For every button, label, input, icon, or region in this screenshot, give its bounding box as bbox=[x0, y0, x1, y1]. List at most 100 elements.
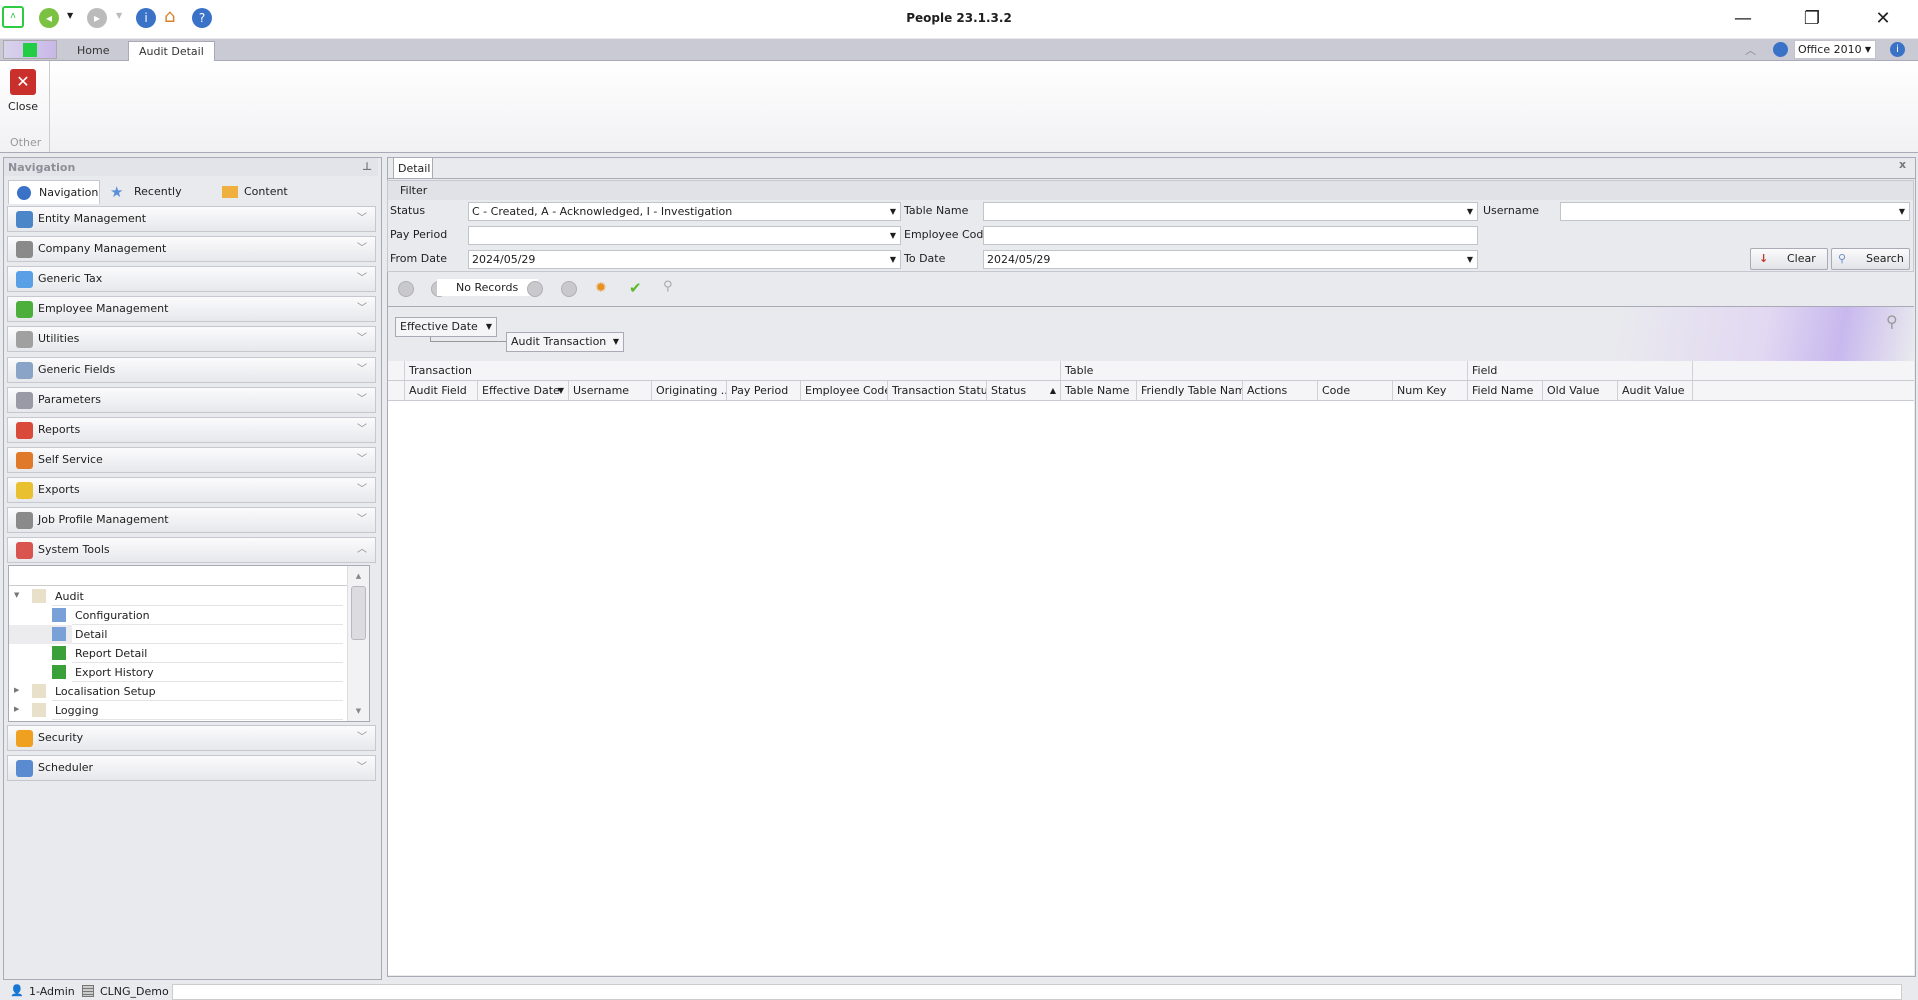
restore-button[interactable]: ❐ bbox=[1797, 8, 1827, 32]
ribbon-tab-home[interactable]: Home bbox=[67, 41, 119, 61]
table-name-select[interactable]: ▼ bbox=[983, 202, 1478, 221]
group-by-label: Effective Date bbox=[400, 320, 478, 333]
nav-group-entity-management[interactable]: Entity Management ﹀ bbox=[7, 206, 376, 232]
chevron-down-icon[interactable]: ﹀ bbox=[357, 237, 367, 261]
chevron-down-icon[interactable]: ﹀ bbox=[357, 448, 367, 472]
sort-dropdown-icon[interactable]: ▼ bbox=[558, 381, 564, 400]
clear-button[interactable]: ↓ Clear bbox=[1750, 248, 1828, 270]
refresh-icon[interactable]: ✹ bbox=[595, 280, 607, 296]
nav-group-exports[interactable]: Exports ﹀ bbox=[7, 476, 376, 503]
chevron-down-icon[interactable]: ﹀ bbox=[357, 418, 367, 442]
column-header-field-name[interactable]: Field Name bbox=[1468, 381, 1543, 401]
nav-group-generic-tax[interactable]: Generic Tax ﹀ bbox=[7, 266, 376, 293]
group-icon bbox=[16, 361, 33, 379]
collapse-icon[interactable]: ▼ bbox=[14, 591, 19, 599]
from-date-picker[interactable]: 2024/05/29 ▼ bbox=[468, 250, 901, 269]
tree-item-export-history[interactable]: Export History bbox=[72, 663, 343, 682]
search-button[interactable]: ⚲ Search bbox=[1831, 248, 1910, 270]
nav-group-generic-fields[interactable]: Generic Fields ﹀ bbox=[7, 356, 376, 383]
scroll-up-icon[interactable]: ▲ bbox=[348, 572, 369, 580]
band-field[interactable]: Field bbox=[1468, 361, 1693, 381]
column-header-table-name[interactable]: Table Name bbox=[1061, 381, 1137, 401]
close-window-button[interactable]: ✕ bbox=[1868, 8, 1898, 32]
band-transaction[interactable]: Transaction bbox=[405, 361, 1061, 381]
column-header-effective-date[interactable]: Effective Date ▼ bbox=[478, 381, 569, 401]
nav-group-security[interactable]: Security ﹀ bbox=[7, 725, 376, 751]
tree-item-logging[interactable]: Logging bbox=[52, 701, 343, 720]
to-date-picker[interactable]: 2024/05/29 ▼ bbox=[983, 250, 1478, 269]
find-panel-icon[interactable]: ⚲ bbox=[1886, 312, 1898, 331]
scroll-thumb[interactable] bbox=[351, 586, 366, 640]
nav-group-parameters[interactable]: Parameters ﹀ bbox=[7, 386, 376, 413]
column-header-transaction-status[interactable]: Transaction Status bbox=[888, 381, 987, 401]
nav-tab-navigation[interactable]: Navigation bbox=[8, 180, 100, 204]
chevron-up-icon[interactable]: ︿ bbox=[357, 538, 367, 562]
column-header-friendly-table-name[interactable]: Friendly Table Name bbox=[1137, 381, 1243, 401]
collapse-ribbon-icon[interactable]: ︿ bbox=[1745, 42, 1756, 58]
username-select[interactable]: ▼ bbox=[1560, 202, 1910, 221]
chevron-down-icon[interactable]: ﹀ bbox=[357, 756, 367, 780]
column-header-status[interactable]: Status ▲ bbox=[987, 381, 1061, 401]
column-header-username[interactable]: Username bbox=[569, 381, 652, 401]
tree-item-detail[interactable]: Detail bbox=[72, 625, 343, 644]
group-by-effective-date[interactable]: Effective Date ▼ bbox=[395, 317, 497, 337]
status-select[interactable]: C - Created, A - Acknowledged, I - Inves… bbox=[468, 202, 901, 221]
nav-group-utilities[interactable]: Utilities ﹀ bbox=[7, 326, 376, 353]
application-menu-button[interactable] bbox=[3, 40, 57, 59]
approve-check-icon[interactable]: ✔ bbox=[629, 279, 642, 297]
band-table[interactable]: Table bbox=[1061, 361, 1468, 381]
expand-icon[interactable]: ▶ bbox=[14, 686, 19, 694]
column-header-originating[interactable]: Originating ... bbox=[652, 381, 727, 401]
chevron-down-icon[interactable]: ﹀ bbox=[357, 478, 367, 502]
column-header-employee-code[interactable]: Employee Code bbox=[801, 381, 888, 401]
ribbon-tab-audit-detail[interactable]: Audit Detail bbox=[128, 41, 215, 61]
pin-icon[interactable]: ⊥ bbox=[362, 160, 372, 173]
nav-group-scheduler[interactable]: Scheduler ﹀ bbox=[7, 755, 376, 781]
tab-detail[interactable]: Detail bbox=[393, 157, 433, 178]
tree-item-audit[interactable]: Audit bbox=[52, 587, 343, 606]
column-header-pay-period[interactable]: Pay Period bbox=[727, 381, 801, 401]
nav-group-reports[interactable]: Reports ﹀ bbox=[7, 416, 376, 443]
chevron-down-icon[interactable]: ﹀ bbox=[357, 726, 367, 750]
chevron-down-icon[interactable]: ﹀ bbox=[357, 508, 367, 532]
nav-tab-recently-used[interactable]: ★Recently Used bbox=[104, 180, 204, 222]
nav-group-company-management[interactable]: Company Management ﹀ bbox=[7, 236, 376, 263]
nav-tab-content[interactable]: Content bbox=[214, 180, 294, 204]
tree-filter-input[interactable] bbox=[9, 566, 349, 586]
column-header-audit-field[interactable]: Audit Field bbox=[405, 381, 478, 401]
close-tab-icon[interactable]: x bbox=[1899, 158, 1906, 171]
column-header-old-value[interactable]: Old Value bbox=[1543, 381, 1618, 401]
chevron-down-icon[interactable]: ﹀ bbox=[357, 207, 367, 231]
column-header-actions[interactable]: Actions bbox=[1243, 381, 1318, 401]
chevron-down-icon[interactable]: ﹀ bbox=[357, 327, 367, 351]
column-header-audit-value[interactable]: Audit Value bbox=[1618, 381, 1693, 401]
expand-icon[interactable]: ▶ bbox=[14, 705, 19, 713]
pay-period-select[interactable]: ▼ bbox=[468, 226, 901, 245]
first-record-button[interactable] bbox=[398, 281, 414, 297]
nav-group-employee-management[interactable]: Employee Management ﹀ bbox=[7, 296, 376, 323]
tree-item-localisation-setup[interactable]: Localisation Setup bbox=[52, 682, 343, 701]
chevron-down-icon[interactable]: ﹀ bbox=[357, 358, 367, 382]
about-icon[interactable]: i bbox=[1890, 42, 1905, 57]
group-icon bbox=[16, 481, 33, 499]
theme-select[interactable]: Office 2010 ▼ bbox=[1794, 40, 1876, 59]
tree-scrollbar[interactable]: ▲ ▼ bbox=[347, 566, 369, 721]
nav-group-job-profile-management[interactable]: Job Profile Management ﹀ bbox=[7, 507, 376, 533]
chevron-down-icon[interactable]: ﹀ bbox=[357, 267, 367, 291]
wrench-icon[interactable]: ⚲ bbox=[663, 279, 673, 294]
close-button[interactable]: ✕ Close bbox=[4, 67, 42, 117]
chevron-down-icon[interactable]: ﹀ bbox=[357, 388, 367, 412]
nav-group-self-service[interactable]: Self Service ﹀ bbox=[7, 446, 376, 473]
next-record-button[interactable] bbox=[527, 281, 543, 297]
scroll-down-icon[interactable]: ▼ bbox=[348, 707, 369, 715]
group-by-audit-transaction[interactable]: Audit Transaction ▼ bbox=[506, 332, 624, 352]
last-record-button[interactable] bbox=[561, 281, 577, 297]
column-header-num-key[interactable]: Num Key bbox=[1393, 381, 1468, 401]
minimize-button[interactable]: — bbox=[1728, 8, 1758, 32]
tree-item-configuration[interactable]: Configuration bbox=[72, 606, 343, 625]
employee-code-input[interactable] bbox=[983, 226, 1478, 245]
column-header-code[interactable]: Code bbox=[1318, 381, 1393, 401]
nav-group-system-tools[interactable]: System Tools ︿ bbox=[7, 537, 376, 564]
tree-item-report-detail[interactable]: Report Detail bbox=[72, 644, 343, 663]
chevron-down-icon[interactable]: ﹀ bbox=[357, 297, 367, 321]
